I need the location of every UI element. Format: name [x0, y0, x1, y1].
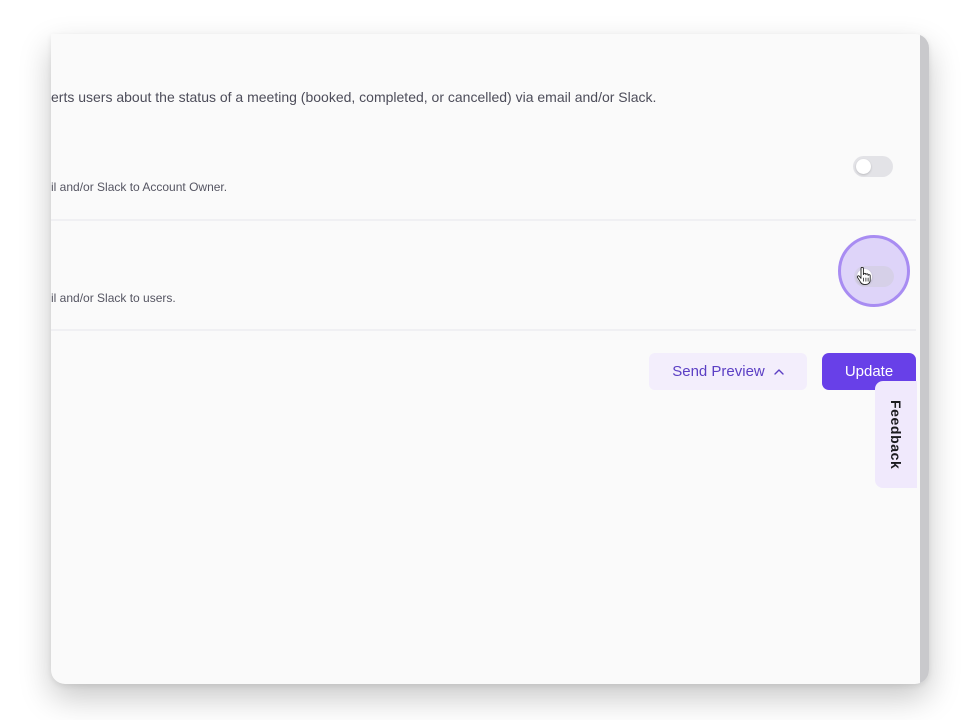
card-subtitle: il and/or Slack to users. [51, 291, 176, 305]
card-subtitle: il and/or Slack to Account Owner. [51, 180, 228, 194]
send-preview-button[interactable]: Send Preview [649, 353, 807, 390]
feedback-tab[interactable]: Feedback [875, 381, 917, 488]
settings-panel: erts users about the status of a meeting… [51, 34, 929, 684]
feedback-label: Feedback [888, 399, 904, 470]
account-owner-toggle[interactable] [853, 156, 893, 177]
chevron-up-icon [774, 369, 784, 375]
send-preview-label: Send Preview [672, 363, 765, 380]
account-owner-notification-card: il and/or Slack to Account Owner. [51, 146, 916, 221]
notification-description: erts users about the status of a meeting… [51, 89, 657, 105]
action-bar: Send Preview Update [51, 353, 929, 393]
hand-pointer-icon [856, 267, 871, 285]
users-notification-card: il and/or Slack to users. [51, 221, 916, 331]
toggle-knob [856, 159, 871, 174]
